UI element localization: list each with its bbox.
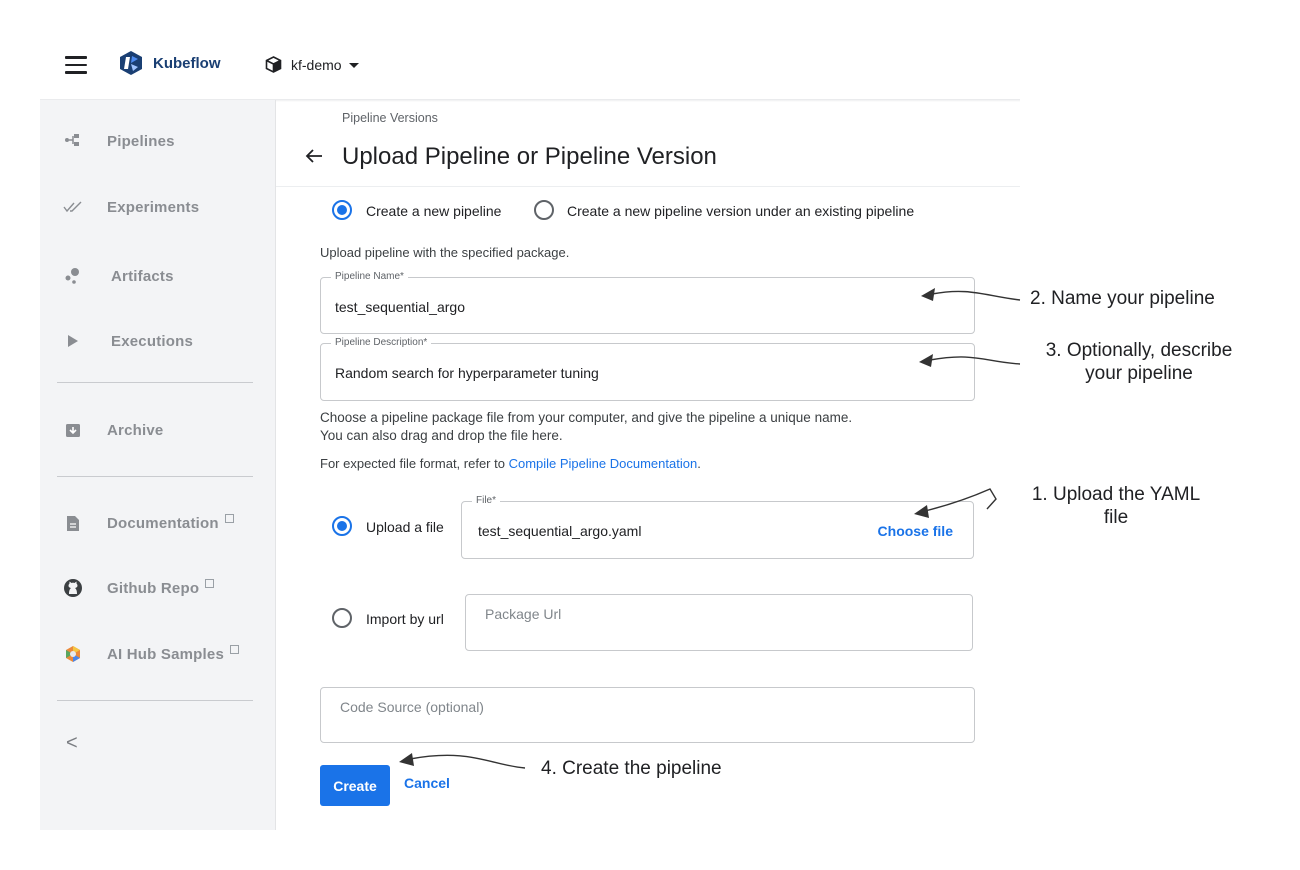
- sidebar-item-documentation[interactable]: Documentation: [40, 503, 276, 543]
- sidebar-item-ai-hub-samples[interactable]: AI Hub Samples: [40, 634, 276, 674]
- sidebar-item-pipelines[interactable]: Pipelines: [40, 121, 276, 161]
- pipeline-description-value: Random search for hyperparameter tuning: [335, 365, 599, 381]
- file-value: test_sequential_argo.yaml: [478, 523, 642, 539]
- cancel-button[interactable]: Cancel: [404, 775, 450, 791]
- arrowhead-create: [399, 753, 414, 766]
- pipeline-name-field[interactable]: Pipeline Name* test_sequential_argo: [320, 271, 975, 334]
- create-new-version-label: Create a new pipeline version under an e…: [567, 203, 915, 219]
- collapse-sidebar-button[interactable]: <: [66, 732, 78, 755]
- external-link-icon: [224, 513, 234, 523]
- file-label: File*: [472, 495, 501, 507]
- annotation-name: 2. Name your pipeline: [1030, 288, 1215, 309]
- archive-icon: [63, 420, 83, 440]
- external-link-icon: [205, 578, 215, 588]
- sidebar-divider: [57, 476, 253, 477]
- create-new-version-radio[interactable]: [534, 200, 554, 220]
- namespace-label: kf-demo: [291, 56, 342, 73]
- sidebar-item-github-repo[interactable]: Github Repo: [40, 568, 276, 608]
- top-bar: Kubeflow kf-demo: [40, 40, 1020, 98]
- sidebar-item-label: Experiments: [107, 198, 200, 216]
- menu-icon[interactable]: [65, 56, 87, 74]
- help-text-line1: Choose a pipeline package file from your…: [320, 410, 853, 425]
- caret-down-icon: [348, 63, 359, 68]
- code-source-input[interactable]: [340, 699, 950, 715]
- help-text-line2: You can also drag and drop the file here…: [320, 428, 563, 443]
- sidebar-item-label: Documentation: [107, 513, 234, 532]
- choose-file-button[interactable]: Choose file: [878, 523, 953, 539]
- app-name: Kubeflow: [153, 54, 221, 72]
- sidebar-item-label: Pipelines: [107, 132, 175, 150]
- document-icon: [63, 513, 83, 533]
- sidebar-divider: [57, 382, 253, 383]
- package-url-field[interactable]: [465, 594, 973, 651]
- arrow-create: [409, 754, 526, 769]
- namespace-selector[interactable]: kf-demo: [265, 56, 359, 73]
- sidebar-item-experiments[interactable]: Experiments: [40, 187, 276, 227]
- upload-file-label: Upload a file: [366, 519, 444, 535]
- page-title: Upload Pipeline or Pipeline Version: [342, 143, 717, 170]
- sidebar-item-label: Archive: [107, 421, 164, 439]
- annotation-upload: 1. Upload the YAML file: [1031, 484, 1201, 528]
- sidebar-divider: [57, 700, 253, 701]
- back-arrow-icon[interactable]: [303, 145, 325, 167]
- pipeline-description-label: Pipeline Description*: [331, 337, 432, 349]
- sidebar-item-label: Github Repo: [107, 578, 215, 597]
- package-url-input[interactable]: [485, 606, 955, 622]
- pipeline-name-value: test_sequential_argo: [335, 299, 465, 315]
- pipeline-name-label: Pipeline Name*: [331, 271, 408, 283]
- github-icon: [63, 578, 83, 598]
- cube-icon: [265, 56, 282, 73]
- sidebar-item-label: AI Hub Samples: [107, 644, 239, 663]
- ai-hub-icon: [63, 644, 83, 664]
- import-url-label: Import by url: [366, 611, 444, 627]
- sidebar-item-archive[interactable]: Archive: [40, 410, 276, 450]
- create-new-pipeline-label: Create a new pipeline: [366, 203, 502, 219]
- sidebar-item-artifacts[interactable]: Artifacts: [40, 256, 276, 296]
- sidebar-item-label: Artifacts: [111, 267, 174, 285]
- pipelines-icon: [63, 131, 83, 151]
- kubeflow-logo[interactable]: Kubeflow: [118, 50, 221, 76]
- upload-intro-text: Upload pipeline with the specified packa…: [320, 245, 570, 260]
- code-source-field[interactable]: [320, 687, 975, 743]
- upload-file-radio[interactable]: [332, 516, 352, 536]
- sidebar-item-executions[interactable]: Executions: [40, 321, 276, 361]
- breadcrumb[interactable]: Pipeline Versions: [342, 111, 438, 125]
- external-link-icon: [230, 644, 239, 654]
- annotation-create: 4. Create the pipeline: [541, 758, 722, 779]
- file-format-text: For expected file format, refer to Compi…: [320, 456, 701, 471]
- create-button[interactable]: Create: [320, 765, 390, 806]
- annotation-describe: 3. Optionally, describe your pipeline: [1045, 340, 1233, 384]
- sidebar-item-label: Executions: [111, 332, 194, 350]
- executions-icon: [63, 331, 83, 351]
- compile-docs-link[interactable]: Compile Pipeline Documentation: [509, 456, 698, 471]
- artifacts-icon: [63, 266, 83, 286]
- pipeline-description-field[interactable]: Pipeline Description* Random search for …: [320, 337, 975, 401]
- create-new-pipeline-radio[interactable]: [332, 200, 352, 220]
- file-field[interactable]: File* test_sequential_argo.yaml Choose f…: [461, 495, 974, 559]
- experiments-icon: [63, 197, 83, 217]
- kubeflow-logo-icon: [120, 51, 142, 75]
- import-url-radio[interactable]: [332, 608, 352, 628]
- sidebar: Pipelines Experiments Artifacts Executio…: [40, 100, 276, 830]
- header-divider: [276, 186, 1020, 187]
